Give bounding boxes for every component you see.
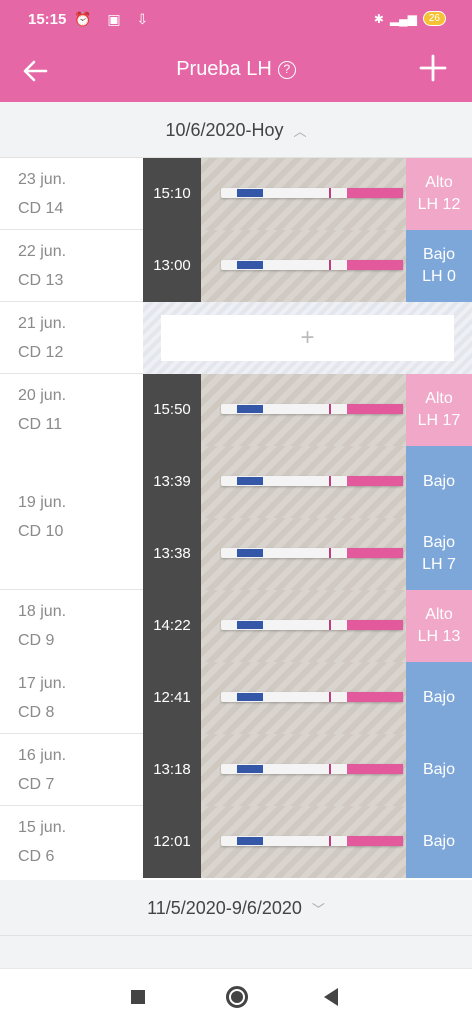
test-list: 23 jun. CD 14 15:10 Alto LH 12 22 jun. CD… xyxy=(0,158,472,880)
test-photo[interactable] xyxy=(201,590,406,662)
date-range-current[interactable]: 10/6/2020-Hoy ︿ xyxy=(0,102,472,158)
system-nav-bar xyxy=(0,968,472,1024)
day-group: 22 jun. CD 13 13:00 Bajo LH 0 xyxy=(0,230,472,302)
cycle-day: CD 10 xyxy=(18,523,64,540)
day-date: 22 jun. xyxy=(18,243,67,260)
result-badge: Bajo xyxy=(406,806,472,878)
result-badge: Alto LH 12 xyxy=(406,158,472,230)
result-badge: Bajo xyxy=(406,662,472,734)
help-circle-icon[interactable]: ? xyxy=(277,61,296,79)
day-date: 15 jun. xyxy=(18,819,67,836)
signal-icon: ▂▄▆ xyxy=(389,11,417,26)
notification-icons: ⏰ ▣ ⇩ xyxy=(74,11,155,27)
day-group: 21 jun. CD 12 + xyxy=(0,302,472,374)
result-badge: Bajo LH 0 xyxy=(406,230,472,302)
day-group: 17 jun. CD 8 12:41 Bajo xyxy=(0,662,472,734)
test-entry[interactable]: 13:38 Bajo LH 7 xyxy=(143,518,472,590)
bluetooth-icon: ✱ xyxy=(373,11,384,26)
cycle-day: CD 8 xyxy=(18,704,55,721)
battery-icon: 26 xyxy=(422,11,446,26)
day-group: 20 jun. CD 11 15:50 Alto LH 17 xyxy=(0,374,472,446)
test-entry[interactable]: 13:18 Bajo xyxy=(143,734,472,806)
day-group: 23 jun. CD 14 15:10 Alto LH 12 xyxy=(0,158,472,230)
add-icon[interactable] xyxy=(418,53,448,83)
chevron-up-icon: ︿ xyxy=(293,124,307,139)
test-photo[interactable] xyxy=(201,734,406,806)
test-time: 12:41 xyxy=(143,662,201,734)
day-group: 15 jun. CD 6 12:01 Bajo xyxy=(0,806,472,878)
test-photo[interactable] xyxy=(201,662,406,734)
test-time: 13:18 xyxy=(143,734,201,806)
day-date: 16 jun. xyxy=(18,747,67,764)
date-range-label: 10/6/2020-Hoy xyxy=(165,120,284,140)
cycle-day: CD 6 xyxy=(18,848,55,865)
result-badge: Alto LH 17 xyxy=(406,374,472,446)
date-range-previous[interactable]: 11/5/2020-9/6/2020 ﹀ xyxy=(0,880,472,936)
date-range-label: 11/5/2020-9/6/2020 xyxy=(147,898,302,918)
test-entry[interactable]: 13:00 Bajo LH 0 xyxy=(143,230,472,302)
test-entry[interactable]: 12:01 Bajo xyxy=(143,806,472,878)
test-photo[interactable] xyxy=(201,374,406,446)
result-badge: Bajo xyxy=(406,446,472,518)
nav-recents-icon[interactable] xyxy=(131,990,145,1004)
day-date: 23 jun. xyxy=(18,171,67,188)
cycle-day: CD 14 xyxy=(18,200,64,217)
cycle-day: CD 7 xyxy=(18,776,55,793)
day-date: 21 jun. xyxy=(18,315,67,332)
test-entry[interactable]: 14:22 Alto LH 13 xyxy=(143,590,472,662)
nav-home-icon[interactable] xyxy=(226,986,248,1008)
test-photo[interactable] xyxy=(201,158,406,230)
day-date: 17 jun. xyxy=(18,675,67,692)
test-time: 13:38 xyxy=(143,518,201,590)
status-right: ✱ ▂▄▆ 26 xyxy=(374,11,446,26)
result-badge: Alto LH 13 xyxy=(406,590,472,662)
test-entry[interactable]: 15:10 Alto LH 12 xyxy=(143,158,472,230)
test-time: 15:10 xyxy=(143,158,201,230)
day-group: 19 jun. CD 10 13:39 Bajo 13:38 Bajo LH 7 xyxy=(0,446,472,590)
test-photo[interactable] xyxy=(201,230,406,302)
test-entry[interactable]: 15:50 Alto LH 17 xyxy=(143,374,472,446)
test-entry[interactable]: 13:39 Bajo xyxy=(143,446,472,518)
status-bar: 15:15 ⏰ ▣ ⇩ ✱ ▂▄▆ 26 xyxy=(0,0,472,40)
result-badge: Bajo LH 7 xyxy=(406,518,472,590)
test-time: 15:50 xyxy=(143,374,201,446)
day-group: 16 jun. CD 7 13:18 Bajo xyxy=(0,734,472,806)
page-title: Prueba LH? xyxy=(0,58,472,81)
day-date: 19 jun. xyxy=(18,494,67,511)
result-badge: Bajo xyxy=(406,734,472,806)
test-photo[interactable] xyxy=(201,446,406,518)
test-time: 13:39 xyxy=(143,446,201,518)
cycle-day: CD 11 xyxy=(18,416,63,433)
cycle-day: CD 12 xyxy=(18,344,64,361)
chevron-down-icon: ﹀ xyxy=(311,902,325,917)
test-photo[interactable] xyxy=(201,806,406,878)
cycle-day: CD 9 xyxy=(18,632,55,649)
empty-day-slot: + xyxy=(143,302,472,374)
test-time: 13:00 xyxy=(143,230,201,302)
app-bar: Prueba LH? xyxy=(0,40,472,102)
test-time: 12:01 xyxy=(143,806,201,878)
test-time: 14:22 xyxy=(143,590,201,662)
status-time: 15:15 xyxy=(28,11,67,28)
nav-back-icon[interactable] xyxy=(324,988,338,1006)
day-group: 18 jun. CD 9 14:22 Alto LH 13 xyxy=(0,590,472,662)
test-photo[interactable] xyxy=(201,518,406,590)
cycle-day: CD 13 xyxy=(18,272,64,289)
day-date: 20 jun. xyxy=(18,387,67,404)
day-date: 18 jun. xyxy=(18,603,67,620)
add-test-button[interactable]: + xyxy=(161,315,454,361)
test-entry[interactable]: 12:41 Bajo xyxy=(143,662,472,734)
